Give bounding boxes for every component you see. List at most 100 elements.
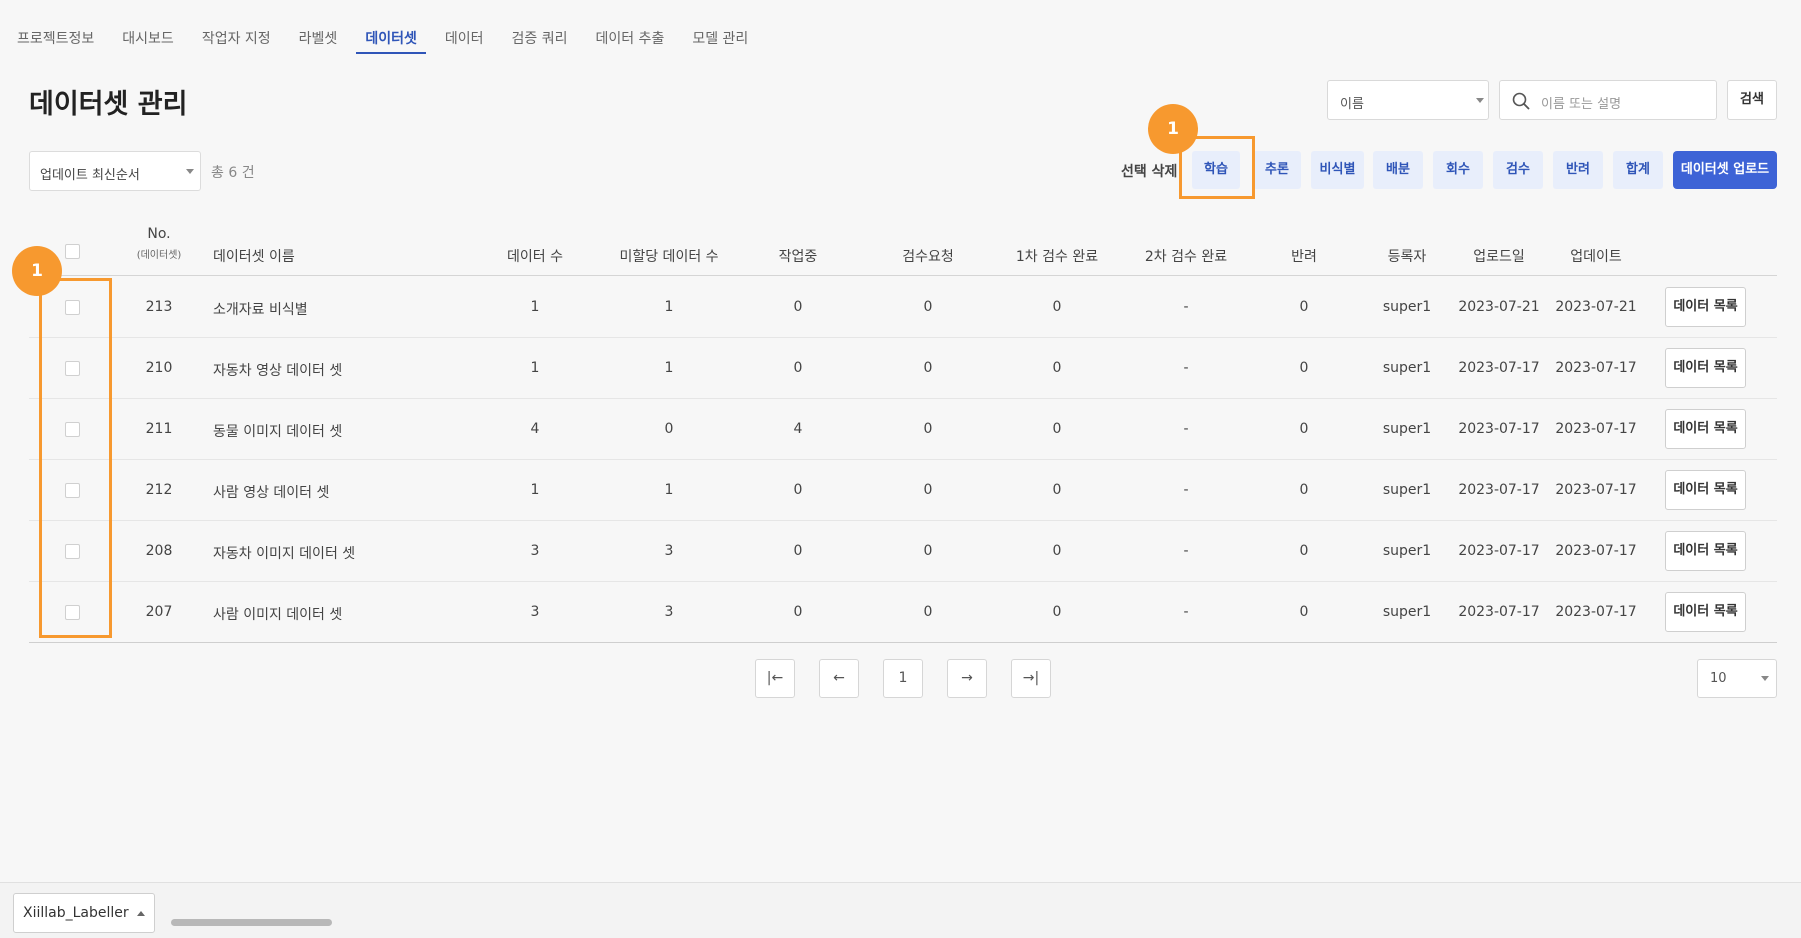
current-page[interactable]: 1 [883, 659, 923, 698]
annotation-badge-left: 1 [12, 246, 62, 296]
review-button[interactable]: 검수 [1493, 151, 1543, 189]
cell-rejected: 0 [1299, 299, 1309, 315]
cell-name: 동물 이미지 데이터 셋 [213, 424, 343, 440]
merge-button[interactable]: 합계 [1613, 151, 1663, 189]
tab-dashboard[interactable]: 대시보드 [113, 0, 183, 55]
col-review1-done: 1차 검수 완료 [1015, 249, 1099, 265]
cell-uploaded: 2023-07-17 [1458, 604, 1540, 620]
cell-updated: 2023-07-17 [1555, 604, 1637, 620]
col-review-request: 검수요청 [902, 249, 954, 265]
chevron-down-icon [1476, 98, 1484, 103]
distribute-button[interactable]: 배분 [1373, 151, 1423, 189]
table-header: No. (데이터셋) 데이터셋 이름 데이터 수 미할당 데이터 수 작업중 검… [29, 222, 1777, 276]
cell-rejected: 0 [1299, 604, 1309, 620]
cell-updated: 2023-07-17 [1555, 482, 1637, 498]
select-delete-button[interactable]: 선택 삭제 [1121, 161, 1177, 181]
cell-review-request: 0 [923, 482, 933, 498]
cell-data-count: 1 [530, 299, 540, 315]
tab-model-management[interactable]: 모델 관리 [683, 0, 757, 55]
col-review2-done: 2차 검수 완료 [1144, 249, 1228, 265]
cell-working: 4 [793, 421, 803, 437]
tab-validation-query[interactable]: 검증 쿼리 [502, 0, 576, 55]
data-list-button[interactable]: 데이터 목록 [1665, 348, 1746, 388]
col-updated: 업데이트 [1570, 249, 1622, 265]
col-registrant: 등록자 [1387, 249, 1427, 265]
cell-updated: 2023-07-17 [1555, 360, 1637, 376]
cell-review-request: 0 [923, 543, 933, 559]
cell-working: 0 [793, 482, 803, 498]
cell-review2-done: - [1183, 482, 1189, 498]
col-no-label: No. [147, 226, 171, 242]
tab-data-export[interactable]: 데이터 추출 [586, 0, 673, 55]
col-no: No. (데이터셋) [127, 226, 191, 261]
chevron-up-icon [137, 911, 145, 916]
table-row: 211 동물 이미지 데이터 셋 4 0 4 0 0 - 0 super1 2023-07-17 20… [29, 399, 1777, 460]
cell-working: 0 [793, 543, 803, 559]
table-row: 212 사람 영상 데이터 셋 1 1 0 0 0 - 0 super1 2023-07-17 202… [29, 460, 1777, 521]
cell-uploaded: 2023-07-21 [1458, 299, 1540, 315]
sort-select[interactable]: 업데이트 최신순서 [29, 151, 201, 191]
tab-data[interactable]: 데이터 [436, 0, 493, 55]
cell-review2-done: - [1183, 360, 1189, 376]
data-list-button[interactable]: 데이터 목록 [1665, 470, 1746, 510]
cell-registrant: super1 [1382, 482, 1432, 498]
cell-review1-done: 0 [1052, 299, 1062, 315]
table-row: 210 자동차 영상 데이터 셋 1 1 0 0 0 - 0 super1 2023-07-17 20… [29, 338, 1777, 399]
horizontal-scrollbar[interactable] [171, 919, 332, 926]
tab-worker-assign[interactable]: 작업자 지정 [193, 0, 280, 55]
cell-review1-done: 0 [1052, 543, 1062, 559]
tab-project-info[interactable]: 프로젝트정보 [8, 0, 103, 55]
page-size-select[interactable]: 10 [1697, 659, 1777, 698]
col-data-count: 데이터 수 [507, 249, 563, 265]
cell-unassigned: 1 [664, 482, 674, 498]
cell-review2-done: - [1183, 604, 1189, 620]
cell-data-count: 1 [530, 482, 540, 498]
col-unassigned: 미할당 데이터 수 [619, 249, 719, 265]
tab-labelset[interactable]: 라벨셋 [290, 0, 347, 55]
cell-no: 212 [145, 482, 173, 498]
workspace-name: Xiillab_Labeller [23, 905, 129, 921]
data-list-button[interactable]: 데이터 목록 [1665, 531, 1746, 571]
deidentify-button[interactable]: 비식별 [1311, 151, 1364, 189]
last-page-button[interactable]: →| [1011, 659, 1051, 698]
chevron-down-icon [186, 169, 194, 174]
cell-review2-done: - [1183, 421, 1189, 437]
first-page-button[interactable]: |← [755, 659, 795, 698]
next-page-button[interactable]: → [947, 659, 987, 698]
select-all-checkbox[interactable] [65, 244, 80, 259]
cell-name: 자동차 영상 데이터 셋 [213, 363, 343, 379]
retrieve-button[interactable]: 회수 [1433, 151, 1483, 189]
search-input[interactable]: 이름 또는 설명 [1499, 80, 1717, 120]
cell-registrant: super1 [1382, 299, 1432, 315]
cell-data-count: 4 [530, 421, 540, 437]
search-field-select[interactable]: 이름 [1327, 80, 1489, 120]
cell-rejected: 0 [1299, 543, 1309, 559]
tab-dataset[interactable]: 데이터셋 [356, 0, 426, 55]
cell-no: 207 [145, 604, 173, 620]
data-list-button[interactable]: 데이터 목록 [1665, 592, 1746, 632]
cell-data-count: 3 [530, 543, 540, 559]
cell-review-request: 0 [923, 421, 933, 437]
cell-review-request: 0 [923, 360, 933, 376]
table-row: 213 소개자료 비식별 1 1 0 0 0 - 0 super1 2023-07-21 2023-0… [29, 277, 1777, 338]
cell-data-count: 3 [530, 604, 540, 620]
search-button[interactable]: 검색 [1727, 80, 1777, 120]
data-list-button[interactable]: 데이터 목록 [1665, 409, 1746, 449]
annotation-badge-top: 1 [1148, 104, 1198, 154]
cell-no: 211 [145, 421, 173, 437]
cell-no: 210 [145, 360, 173, 376]
data-list-button[interactable]: 데이터 목록 [1665, 287, 1746, 327]
dataset-upload-button[interactable]: 데이터셋 업로드 [1673, 151, 1777, 189]
cell-updated: 2023-07-17 [1555, 421, 1637, 437]
highlight-row-checkboxes [39, 278, 112, 638]
cell-rejected: 0 [1299, 482, 1309, 498]
table-row: 208 자동차 이미지 데이터 셋 3 3 0 0 0 - 0 super1 2023-07-17 2… [29, 521, 1777, 582]
cell-name: 자동차 이미지 데이터 셋 [213, 546, 356, 562]
col-working: 작업중 [778, 249, 818, 265]
cell-rejected: 0 [1299, 421, 1309, 437]
prev-page-button[interactable]: ← [819, 659, 859, 698]
inference-button[interactable]: 추론 [1253, 151, 1301, 189]
cell-unassigned: 1 [664, 360, 674, 376]
reject-button[interactable]: 반려 [1553, 151, 1603, 189]
workspace-select[interactable]: Xiillab_Labeller [13, 893, 155, 933]
